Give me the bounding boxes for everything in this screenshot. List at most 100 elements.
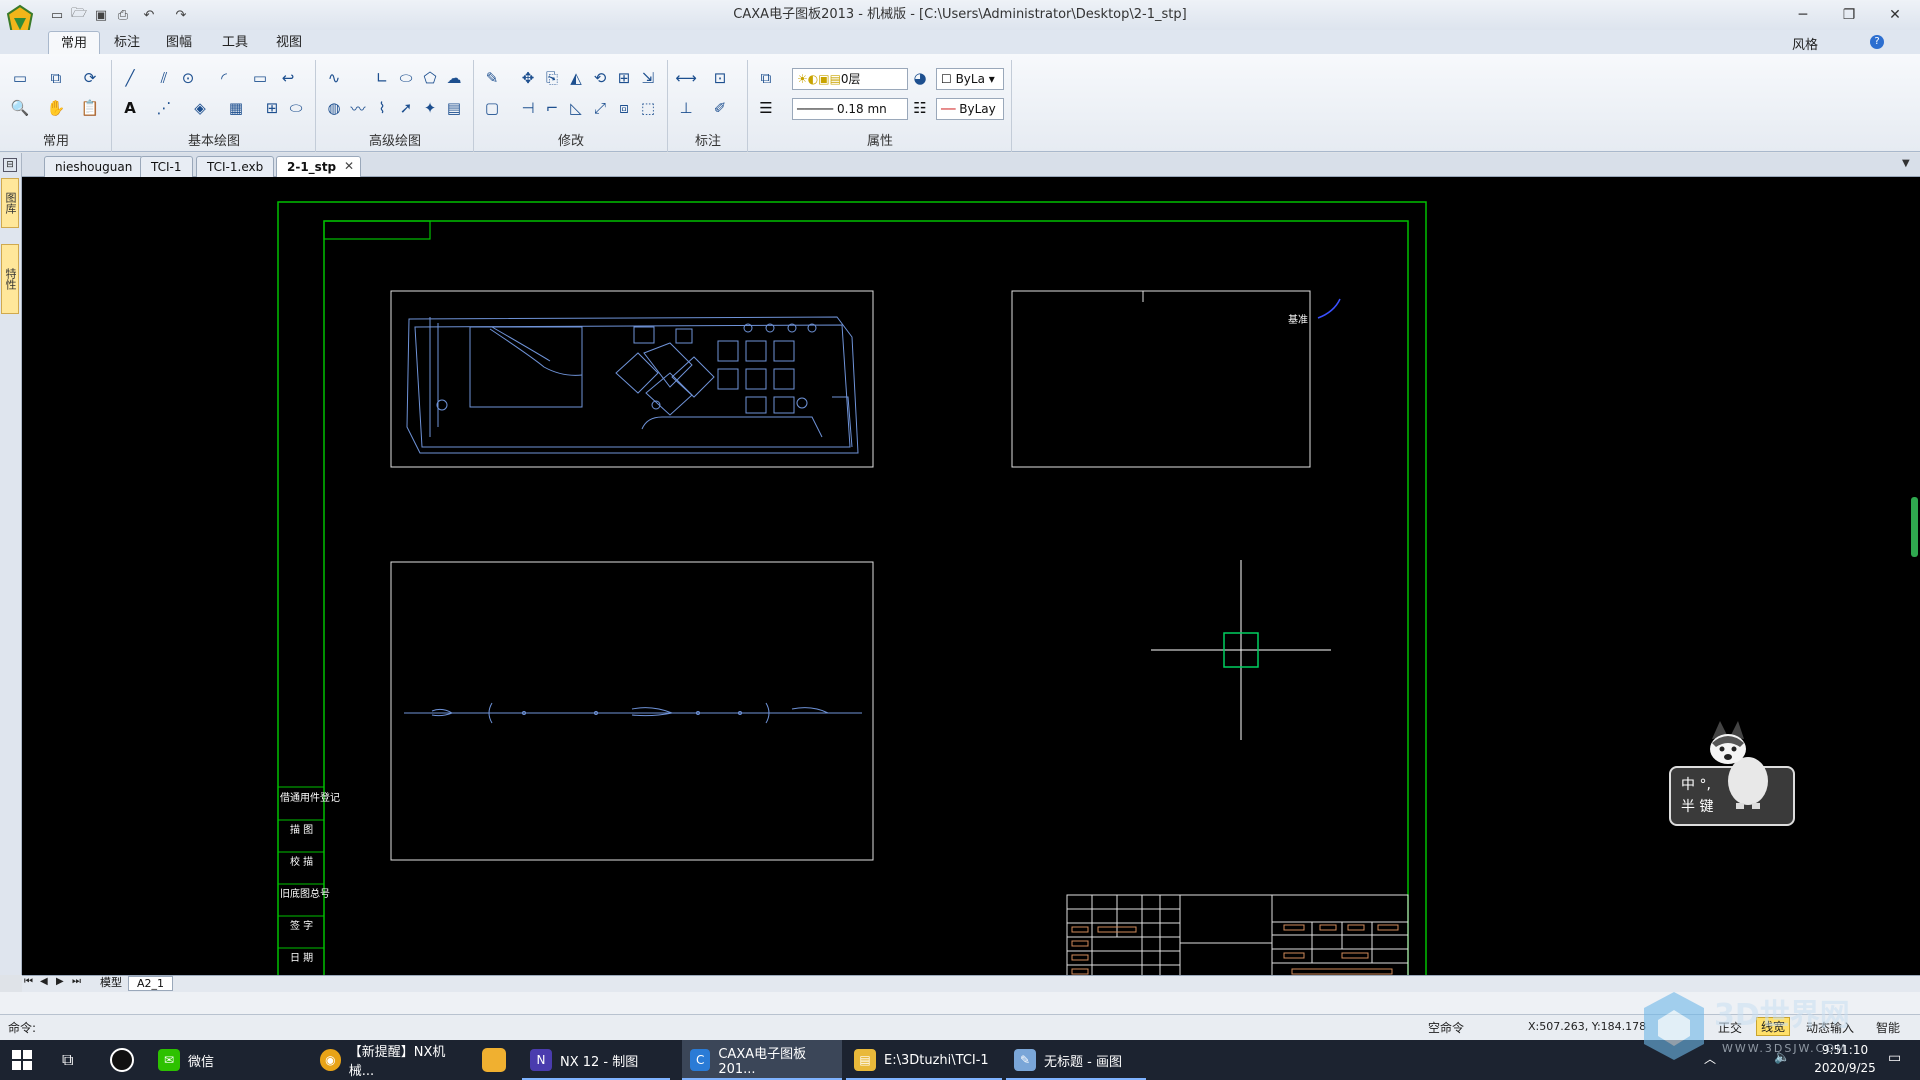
library-panel-button[interactable]: 图库 <box>1 178 19 228</box>
qq-icon[interactable] <box>110 1048 134 1072</box>
fillet-icon[interactable]: ⌐ <box>542 98 562 118</box>
polygon-icon[interactable]: ⬠ <box>420 68 440 88</box>
redo-icon[interactable]: ↷ <box>172 6 190 24</box>
open-file-icon[interactable]: 🗁 <box>70 6 88 24</box>
erase-icon[interactable]: ✎ <box>482 68 502 88</box>
scale-icon[interactable]: ⤢ <box>590 98 610 118</box>
linewidth-icon[interactable]: ☰ <box>756 98 776 118</box>
rectangle-icon[interactable]: ▭ <box>250 68 270 88</box>
polyline-icon[interactable]: ↩ <box>278 68 298 88</box>
save-icon[interactable]: ▣ <box>92 6 110 24</box>
spline-icon[interactable]: ∿ <box>324 68 344 88</box>
start-windows-icon[interactable] <box>12 1050 32 1070</box>
new-file-icon[interactable]: ▭ <box>48 6 66 24</box>
vertical-scroll-indicator[interactable] <box>1911 497 1918 557</box>
coordinate-dim-icon[interactable]: ⊥ <box>676 98 696 118</box>
last-sheet-icon[interactable]: ⏭ <box>72 976 81 987</box>
command-prompt[interactable]: 命令: <box>8 1019 36 1036</box>
taskbar-item-browser[interactable]: ◉ 【新提醒】NX机械... <box>312 1040 472 1080</box>
angle-icon[interactable]: ∟ <box>372 68 392 88</box>
sheet-tab-model[interactable]: 模型 <box>92 976 130 991</box>
arc-icon[interactable]: ◜ <box>214 68 234 88</box>
ellipse-icon[interactable]: ⬭ <box>396 68 416 88</box>
next-sheet-icon[interactable]: ▶ <box>56 976 64 987</box>
taskbar-item-caxa[interactable]: C CAXA电子图板201... <box>682 1040 842 1080</box>
line-icon[interactable]: ╱ <box>120 68 140 88</box>
table-icon[interactable]: ▤ <box>444 98 464 118</box>
linetype-select[interactable]: ── ByLay <box>936 98 1004 120</box>
sheet-tab-a2[interactable]: A2_1 <box>128 976 174 991</box>
smart-snap-toggle[interactable]: 智能 <box>1876 1019 1900 1036</box>
offset-icon[interactable]: ⧈ <box>614 98 634 118</box>
move-icon[interactable]: ✥ <box>518 68 538 88</box>
properties-panel-button[interactable]: 特性 <box>1 244 19 314</box>
image-icon[interactable]: ⬭ <box>286 98 306 118</box>
tab-tools[interactable]: 工具 <box>210 31 260 54</box>
color-select[interactable]: ☐ ByLa ▾ <box>936 68 1004 90</box>
region-icon[interactable]: ⊞ <box>262 98 282 118</box>
layer-select[interactable]: ☀◐▣▤0层 <box>792 68 908 90</box>
style-menu[interactable]: 风格 <box>1792 34 1818 53</box>
tab-list-dropdown-icon[interactable]: ▼ <box>1902 158 1910 169</box>
taskbar-item-paint[interactable]: ✎ 无标题 - 画图 <box>1006 1040 1146 1080</box>
trim-icon[interactable]: ▢ <box>482 98 502 118</box>
stretch-icon[interactable]: ⇲ <box>638 68 658 88</box>
linewidth-select[interactable]: ───── 0.18 mn <box>792 98 908 120</box>
linetype-icon[interactable]: ☷ <box>910 98 930 118</box>
tab-annotate[interactable]: 标注 <box>102 31 152 54</box>
tab-view[interactable]: 视图 <box>264 31 314 54</box>
first-sheet-icon[interactable]: ⏮ <box>24 976 33 987</box>
doc-tab-nieshouguan[interactable]: nieshouguan <box>44 156 144 177</box>
wave-icon[interactable]: 〰 <box>348 98 368 118</box>
break-line-icon[interactable]: ⌇ <box>372 98 392 118</box>
taskbar-item-explorer[interactable]: ▤ E:\3Dtuzhi\TCI-1 <box>846 1040 1002 1080</box>
doc-tab-tci1-exb[interactable]: TCI-1.exb <box>196 156 275 177</box>
drawing-canvas[interactable]: 基准 借通用件登记 描 图 校 描 旧底图总号 签 字 日 期 中 °, 半 键 <box>22 177 1920 975</box>
doc-tab-tci1[interactable]: TCI-1 <box>140 156 193 177</box>
copy-icon[interactable]: ⎘ <box>542 68 562 88</box>
hatch-icon[interactable]: ◈ <box>190 98 210 118</box>
tab-sheet[interactable]: 图幅 <box>154 31 204 54</box>
task-view-icon[interactable]: ⧉ <box>62 1050 73 1070</box>
leader-icon[interactable]: ✐ <box>710 98 730 118</box>
color-wheel-icon[interactable]: ◕ <box>910 68 930 88</box>
print-icon[interactable]: ⎙ <box>114 6 132 24</box>
paste-icon[interactable]: 📋 <box>80 98 100 118</box>
cloud-icon[interactable]: ☁ <box>444 68 464 88</box>
mirror-icon[interactable]: ◭ <box>566 68 586 88</box>
explode-icon[interactable]: ⬚ <box>638 98 658 118</box>
undo-icon[interactable]: ↶ <box>140 6 158 24</box>
tab-common[interactable]: 常用 <box>48 31 101 54</box>
extend-icon[interactable]: ⊣ <box>518 98 538 118</box>
taskbar-item-wechat[interactable]: ✉ 微信 <box>150 1040 300 1080</box>
panel-pin-icon[interactable]: ⊟ <box>3 158 17 172</box>
minimize-icon[interactable]: ─ <box>1780 0 1826 30</box>
text-annotation-icon[interactable]: ⊡ <box>710 68 730 88</box>
point-icon[interactable]: ✦ <box>420 98 440 118</box>
clock-date[interactable]: 2020/9/25 <box>1806 1061 1884 1075</box>
block-icon[interactable]: ▦ <box>226 98 246 118</box>
zoom-icon[interactable]: 🔍 <box>10 98 30 118</box>
notification-icon[interactable]: ▭ <box>1888 1050 1901 1066</box>
taskbar-item-nx[interactable]: N NX 12 - 制图 <box>522 1040 670 1080</box>
circle-icon[interactable]: ⊙ <box>178 68 198 88</box>
close-tab-icon[interactable]: ✕ <box>344 159 354 173</box>
help-icon[interactable]: ? <box>1870 35 1884 49</box>
centerline-icon[interactable]: ⋰ <box>154 98 174 118</box>
copy-doc-icon[interactable]: ⧉ <box>46 68 66 88</box>
parallel-line-icon[interactable]: ⫽ <box>154 68 174 88</box>
array-icon[interactable]: ⊞ <box>614 68 634 88</box>
new-doc-icon[interactable]: ▭ <box>10 68 30 88</box>
close-icon[interactable]: ✕ <box>1872 0 1918 30</box>
text-icon[interactable]: A <box>120 98 140 118</box>
dimension-icon[interactable]: ⟷ <box>675 68 697 88</box>
rotate-icon[interactable]: ⟲ <box>590 68 610 88</box>
app-icon[interactable] <box>482 1048 506 1072</box>
pan-icon[interactable]: ✋ <box>46 98 66 118</box>
hole-icon[interactable]: ◍ <box>324 98 344 118</box>
chamfer-icon[interactable]: ◺ <box>566 98 586 118</box>
layer-manager-icon[interactable]: ⧉ <box>756 68 776 88</box>
prev-sheet-icon[interactable]: ◀ <box>40 976 48 987</box>
arrow-icon[interactable]: ➚ <box>396 98 416 118</box>
restore-icon[interactable]: ❐ <box>1826 0 1872 30</box>
